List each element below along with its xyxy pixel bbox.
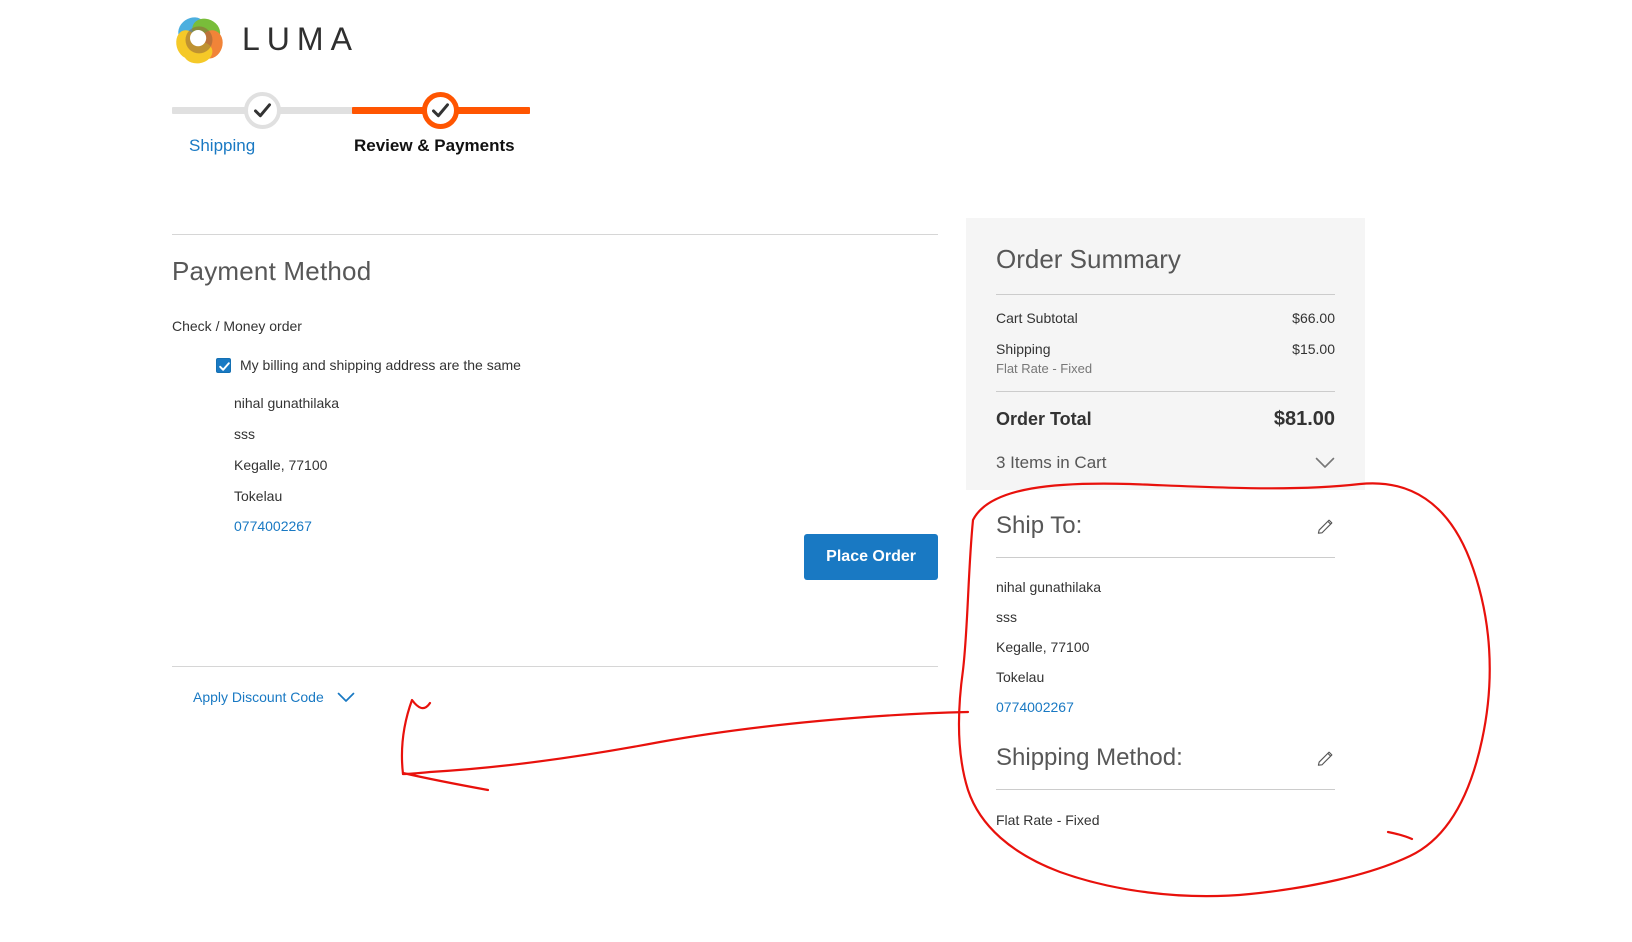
ship-to-street: sss <box>996 609 1017 625</box>
summary-sublabel-shipping: Flat Rate - Fixed <box>996 361 1093 376</box>
site-logo[interactable]: LUMA <box>172 12 359 66</box>
section-divider-top <box>172 234 938 235</box>
ship-to-name: nihal gunathilaka <box>996 579 1102 595</box>
summary-divider-total <box>996 391 1335 392</box>
pencil-icon[interactable] <box>1316 749 1335 768</box>
ship-to-title: Ship To: <box>996 512 1083 539</box>
payment-method-name: Check / Money order <box>172 318 302 334</box>
payment-method-heading: Payment Method <box>172 256 372 286</box>
billing-same-label: My billing and shipping address are the … <box>240 357 521 373</box>
apply-discount-toggle[interactable]: Apply Discount Code <box>193 689 938 705</box>
billing-address-block: nihal gunathilaka sss Kegalle, 77100 Tok… <box>234 395 938 534</box>
items-in-cart-label: 3 Items in Cart <box>996 453 1107 472</box>
billing-country: Tokelau <box>234 488 283 504</box>
shipping-method-value: Flat Rate - Fixed <box>996 812 1100 828</box>
summary-row-total: Order Total $81.00 <box>996 408 1335 431</box>
order-summary-title: Order Summary <box>996 244 1181 274</box>
summary-row-shipping: Shipping Flat Rate - Fixed $15.00 <box>996 341 1335 376</box>
checkout-page: LUMA Shipping Review & Payments Payment … <box>0 0 1632 942</box>
place-order-button[interactable]: Place Order <box>804 534 938 580</box>
ship-to-divider <box>996 557 1335 558</box>
check-icon <box>219 361 230 371</box>
chevron-down-icon <box>337 692 355 702</box>
shipping-information-block: Ship To: nihal gunathilaka sss Kegalle, … <box>966 490 1365 856</box>
order-total-label: Order Total <box>996 409 1092 429</box>
billing-phone[interactable]: 0774002267 <box>234 518 938 534</box>
shipping-method-header: Shipping Method: <box>996 744 1335 772</box>
ship-to-city-zip: Kegalle, 77100 <box>996 639 1090 655</box>
check-icon <box>432 103 449 118</box>
billing-same-checkbox-row[interactable]: My billing and shipping address are the … <box>216 357 938 373</box>
summary-row-subtotal: Cart Subtotal $66.00 <box>996 310 1335 326</box>
pencil-icon[interactable] <box>1316 517 1335 536</box>
brand-name: LUMA <box>242 20 359 57</box>
order-total-value: $81.00 <box>1273 408 1335 430</box>
billing-name: nihal gunathilaka <box>234 395 340 411</box>
progress-step-shipping[interactable] <box>244 92 281 129</box>
progress-step-review[interactable] <box>422 92 459 129</box>
summary-value-shipping: $15.00 <box>1292 341 1335 357</box>
payment-section: Payment Method Check / Money order My bi… <box>172 234 938 705</box>
items-in-cart-toggle[interactable]: 3 Items in Cart <box>996 453 1335 473</box>
ship-to-phone[interactable]: 0774002267 <box>996 699 1335 715</box>
order-summary-card: Order Summary Cart Subtotal $66.00 Shipp… <box>966 218 1365 514</box>
summary-value-subtotal: $66.00 <box>1292 310 1335 326</box>
summary-label-subtotal: Cart Subtotal <box>996 310 1078 326</box>
ship-to-header: Ship To: <box>996 512 1335 540</box>
billing-street: sss <box>234 426 255 442</box>
chevron-down-icon <box>1315 457 1335 468</box>
billing-city-zip: Kegalle, 77100 <box>234 457 328 473</box>
section-divider-bottom <box>172 666 938 667</box>
progress-label-review: Review & Payments <box>354 136 515 155</box>
billing-same-checkbox[interactable] <box>216 357 231 373</box>
apply-discount-label: Apply Discount Code <box>193 689 324 705</box>
shipping-method-title: Shipping Method: <box>996 744 1183 771</box>
check-icon <box>254 103 271 118</box>
shipping-method-divider <box>996 789 1335 790</box>
luma-rings-logo-icon <box>176 17 223 64</box>
summary-label-shipping: Shipping <box>996 341 1051 357</box>
ship-to-country: Tokelau <box>996 669 1045 685</box>
checkout-progress-bar: Shipping Review & Payments <box>172 92 530 162</box>
summary-divider <box>996 294 1335 295</box>
progress-label-shipping[interactable]: Shipping <box>189 136 255 156</box>
